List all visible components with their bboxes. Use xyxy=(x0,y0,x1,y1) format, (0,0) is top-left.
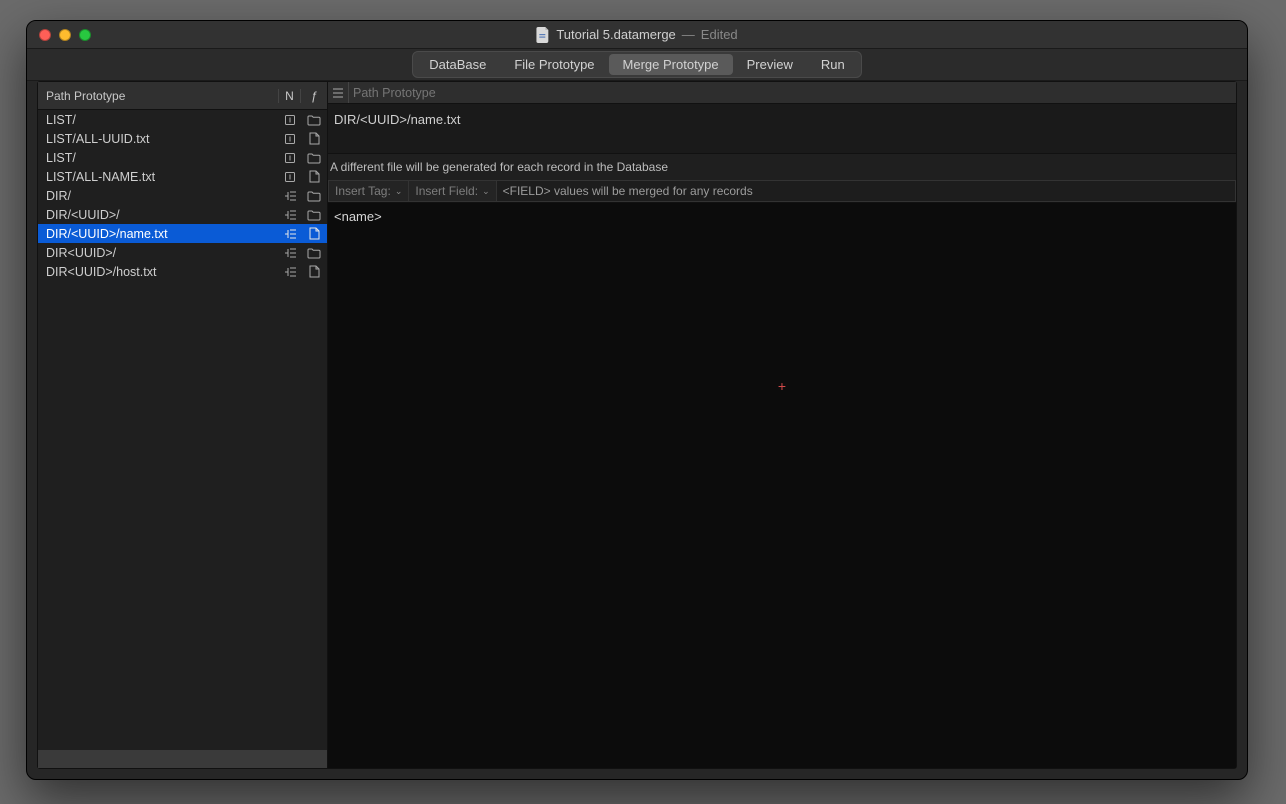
tab-run[interactable]: Run xyxy=(807,54,859,75)
window-controls xyxy=(39,29,91,41)
file-icon xyxy=(301,170,327,183)
single-record-icon xyxy=(279,133,301,145)
column-header-f[interactable]: ƒ xyxy=(301,89,327,103)
list-item[interactable]: DIR/ xyxy=(38,186,327,205)
sidebar-footer xyxy=(38,750,327,768)
folder-icon xyxy=(301,247,327,259)
sidebar-header: Path Prototype N ƒ xyxy=(38,82,327,110)
single-record-icon xyxy=(279,114,301,126)
list-item[interactable]: LIST/ALL-NAME.txt xyxy=(38,167,327,186)
sidebar: Path Prototype N ƒ LIST/LIST/ALL-UUID.tx… xyxy=(38,82,328,768)
file-icon xyxy=(301,265,327,278)
window-title: Tutorial 5.datamerge — Edited xyxy=(536,27,737,43)
insert-field-dropdown[interactable]: Insert Field: ⌄ xyxy=(409,181,496,201)
insert-row: Insert Tag: ⌄ Insert Field: ⌄ <FIELD> va… xyxy=(328,180,1236,202)
insert-tag-dropdown[interactable]: Insert Tag: ⌄ xyxy=(329,181,409,201)
single-record-icon xyxy=(279,152,301,164)
content-area: Path Prototype N ƒ LIST/LIST/ALL-UUID.tx… xyxy=(37,81,1237,769)
list-item-label: DIR/ xyxy=(46,189,279,203)
multi-record-icon xyxy=(279,209,301,221)
list-item[interactable]: DIR/<UUID>/ xyxy=(38,205,327,224)
tab-database[interactable]: DataBase xyxy=(415,54,500,75)
column-header-path[interactable]: Path Prototype xyxy=(38,89,279,103)
folder-icon xyxy=(301,152,327,164)
titlebar: Tutorial 5.datamerge — Edited xyxy=(27,21,1247,49)
view-segmented-control: DataBaseFile PrototypeMerge PrototypePre… xyxy=(412,51,862,78)
multi-record-icon xyxy=(279,247,301,259)
tab-preview[interactable]: Preview xyxy=(733,54,807,75)
folder-icon xyxy=(301,190,327,202)
edited-indicator: Edited xyxy=(701,27,738,42)
content-editor[interactable]: <name> + xyxy=(328,202,1236,768)
cursor-plus-icon: + xyxy=(778,378,786,394)
list-item[interactable]: DIR/<UUID>/name.txt xyxy=(38,224,327,243)
list-item-label: DIR<UUID>/host.txt xyxy=(46,265,279,279)
multi-record-icon xyxy=(279,190,301,202)
chevron-down-icon: ⌄ xyxy=(395,186,403,197)
minimize-window-button[interactable] xyxy=(59,29,71,41)
main-toolbar: DataBaseFile PrototypeMerge PrototypePre… xyxy=(27,49,1247,81)
list-item-label: LIST/ xyxy=(46,151,279,165)
file-icon xyxy=(301,227,327,240)
single-record-icon xyxy=(279,171,301,183)
path-row xyxy=(328,82,1236,104)
list-item[interactable]: LIST/ALL-UUID.txt xyxy=(38,129,327,148)
list-item[interactable]: LIST/ xyxy=(38,110,327,129)
path-list-icon[interactable] xyxy=(328,87,348,99)
tab-merge-prototype[interactable]: Merge Prototype xyxy=(609,54,733,75)
zoom-window-button[interactable] xyxy=(79,29,91,41)
record-generation-hint: A different file will be generated for e… xyxy=(328,154,1236,180)
list-item-label: DIR/<UUID>/name.txt xyxy=(46,227,279,241)
tab-file-prototype[interactable]: File Prototype xyxy=(500,54,608,75)
detail-pane: DIR/<UUID>/name.txt A different file wil… xyxy=(328,82,1236,768)
path-prototype-input[interactable] xyxy=(348,82,1236,103)
column-header-n[interactable]: N xyxy=(279,89,301,103)
file-icon xyxy=(301,132,327,145)
list-item[interactable]: DIR<UUID>/ xyxy=(38,243,327,262)
list-item[interactable]: DIR<UUID>/host.txt xyxy=(38,262,327,281)
list-item-label: LIST/ xyxy=(46,113,279,127)
list-item-label: DIR/<UUID>/ xyxy=(46,208,279,222)
list-item-label: DIR<UUID>/ xyxy=(46,246,279,260)
chevron-down-icon: ⌄ xyxy=(482,186,490,197)
multi-record-icon xyxy=(279,228,301,240)
document-title: Tutorial 5.datamerge xyxy=(556,27,675,42)
prototype-list: LIST/LIST/ALL-UUID.txt LIST/LIST/ALL-NAME… xyxy=(38,110,327,750)
insert-tag-label: Insert Tag: xyxy=(335,184,391,198)
list-item[interactable]: LIST/ xyxy=(38,148,327,167)
folder-icon xyxy=(301,114,327,126)
list-item-label: LIST/ALL-UUID.txt xyxy=(46,132,279,146)
multi-record-icon xyxy=(279,266,301,278)
insert-field-label: Insert Field: xyxy=(415,184,478,198)
path-value-display[interactable]: DIR/<UUID>/name.txt xyxy=(328,104,1236,154)
title-separator: — xyxy=(682,27,695,42)
merge-hint: <FIELD> values will be merged for any re… xyxy=(497,181,1235,201)
editor-text: <name> xyxy=(334,209,382,224)
app-window: Tutorial 5.datamerge — Edited DataBaseFi… xyxy=(26,20,1248,780)
document-icon xyxy=(536,27,550,43)
list-item-label: LIST/ALL-NAME.txt xyxy=(46,170,279,184)
folder-icon xyxy=(301,209,327,221)
close-window-button[interactable] xyxy=(39,29,51,41)
